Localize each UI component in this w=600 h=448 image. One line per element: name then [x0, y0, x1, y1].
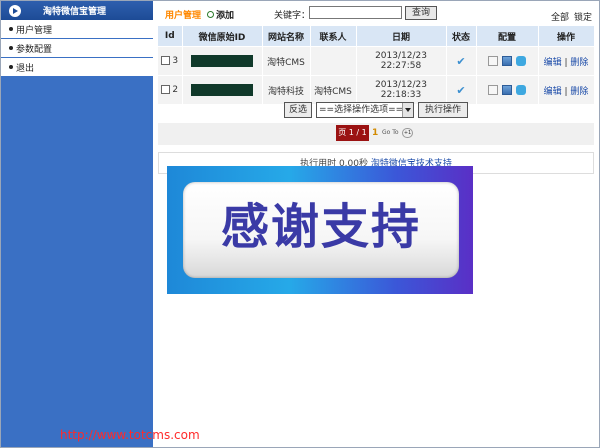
id-cell: 3 [158, 46, 183, 76]
row-checkbox[interactable] [161, 56, 171, 65]
edit-link[interactable]: 编辑 [544, 87, 562, 97]
document-icon[interactable] [488, 84, 498, 95]
site-name-cell: 淘特CMS [262, 46, 311, 76]
table-row: 2 淘特科技 淘特CMS 2013/12/23 22:18:33 ✔ 编辑 | … [158, 75, 595, 104]
keyword-label: 关键字： [274, 11, 311, 21]
banner-text: 感谢支持 [220, 199, 421, 255]
chat-bubble-icon[interactable] [516, 84, 526, 95]
add-label: 添加 [216, 11, 235, 21]
col-header-date[interactable]: 日期 [356, 26, 447, 47]
search-button[interactable]: 查询 [405, 6, 437, 20]
wechat-id-cell [182, 75, 263, 104]
add-button[interactable]: 添加 [207, 8, 234, 21]
sidebar-item-label: 退出 [16, 63, 35, 74]
row-id: 3 [172, 56, 179, 66]
col-header-wechat-id[interactable]: 微信原始ID [182, 26, 263, 47]
bulk-actions-bar: 反选 ==选择操作选项== 执行操作 [158, 102, 594, 122]
filter-all-link[interactable]: 全部 [551, 10, 569, 23]
table-header-row: Id 微信原始ID 网站名称 联系人 日期 状态 配置 操作 [158, 26, 595, 47]
sidebar-header[interactable]: 淘特微信宝管理 [1, 1, 153, 20]
chevron-down-icon [402, 103, 413, 117]
action-select[interactable]: ==选择操作选项== [316, 102, 414, 118]
config-cell [476, 46, 539, 76]
filter-locked-link[interactable]: 锁定 [574, 10, 592, 23]
date-cell: 2013/12/23 22:18:33 [356, 75, 447, 104]
page-title[interactable]: 用户管理 [165, 8, 201, 21]
id-cell: 2 [158, 75, 183, 104]
sidebar-item-logout[interactable]: 退出 [1, 58, 153, 77]
sidebar-item-label: 用户管理 [16, 25, 53, 36]
document-icon[interactable] [488, 55, 498, 66]
user-table: Id 微信原始ID 网站名称 联系人 日期 状态 配置 操作 3 淘特CMS 2… [158, 26, 595, 104]
watermark-url: http://www.totcms.com [60, 428, 200, 442]
status-cell: ✔ [446, 46, 477, 76]
main-content: 用户管理 添加 关键字： 查询 全部 锁定 Id 微信原始ID 网站名称 联系人… [158, 6, 595, 174]
goto-label: Go To [382, 129, 399, 136]
row-id: 2 [172, 85, 179, 95]
col-header-id[interactable]: Id [158, 26, 183, 47]
invert-selection-button[interactable]: 反选 [284, 102, 312, 118]
action-select-value: ==选择操作选项== [319, 105, 404, 115]
contact-cell: 淘特CMS [310, 75, 357, 104]
col-header-config[interactable]: 配置 [476, 26, 539, 47]
actions-cell: 编辑 | 删除 [538, 46, 595, 76]
sidebar-item-users[interactable]: 用户管理 [1, 20, 153, 39]
date-cell: 2013/12/23 22:27:58 [356, 46, 447, 76]
redacted-block [191, 55, 253, 67]
checkmark-icon[interactable]: ✔ [456, 55, 465, 68]
thanks-banner: 感谢支持 [167, 166, 473, 294]
chat-bubble-icon[interactable] [516, 55, 526, 66]
redacted-block [191, 84, 253, 96]
wechat-id-cell [182, 46, 263, 76]
banner-panel: 感谢支持 [183, 182, 459, 278]
edit-link[interactable]: 编辑 [544, 58, 562, 68]
goto-button[interactable]: +1 [402, 128, 413, 138]
col-header-site-name[interactable]: 网站名称 [262, 26, 311, 47]
page-indicator: 页 1 / 1 [336, 125, 369, 141]
row-checkbox[interactable] [161, 85, 171, 94]
col-header-contact[interactable]: 联系人 [310, 26, 357, 47]
delete-link[interactable]: 删除 [570, 58, 588, 68]
col-header-actions[interactable]: 操作 [538, 26, 595, 47]
pagination: 页 1 / 1 1 Go To +1 [158, 123, 594, 145]
sidebar-title: 淘特微信宝管理 [43, 7, 107, 17]
search-input[interactable] [309, 6, 402, 19]
bullet-icon [9, 27, 13, 31]
site-name-cell: 淘特科技 [262, 75, 311, 104]
image-icon[interactable] [502, 55, 512, 66]
sidebar-item-settings[interactable]: 参数配置 [1, 39, 153, 58]
actions-cell: 编辑 | 删除 [538, 75, 595, 104]
col-header-status[interactable]: 状态 [446, 26, 477, 47]
execute-button[interactable]: 执行操作 [418, 102, 468, 118]
toolbar: 用户管理 添加 关键字： 查询 全部 锁定 [158, 6, 594, 23]
page-number-link[interactable]: 1 [372, 128, 378, 138]
contact-cell [310, 46, 357, 76]
plus-circle-icon [207, 11, 214, 18]
checkmark-icon[interactable]: ✔ [456, 84, 465, 97]
image-icon[interactable] [502, 84, 512, 95]
sidebar-item-label: 参数配置 [16, 44, 53, 55]
sidebar: 淘特微信宝管理 用户管理 参数配置 退出 [1, 1, 153, 447]
status-cell: ✔ [446, 75, 477, 104]
bullet-icon [9, 46, 13, 50]
config-cell [476, 75, 539, 104]
table-row: 3 淘特CMS 2013/12/23 22:27:58 ✔ 编辑 | 删除 [158, 46, 595, 76]
bullet-icon [9, 65, 13, 69]
play-circle-icon [9, 4, 21, 17]
delete-link[interactable]: 删除 [570, 87, 588, 97]
